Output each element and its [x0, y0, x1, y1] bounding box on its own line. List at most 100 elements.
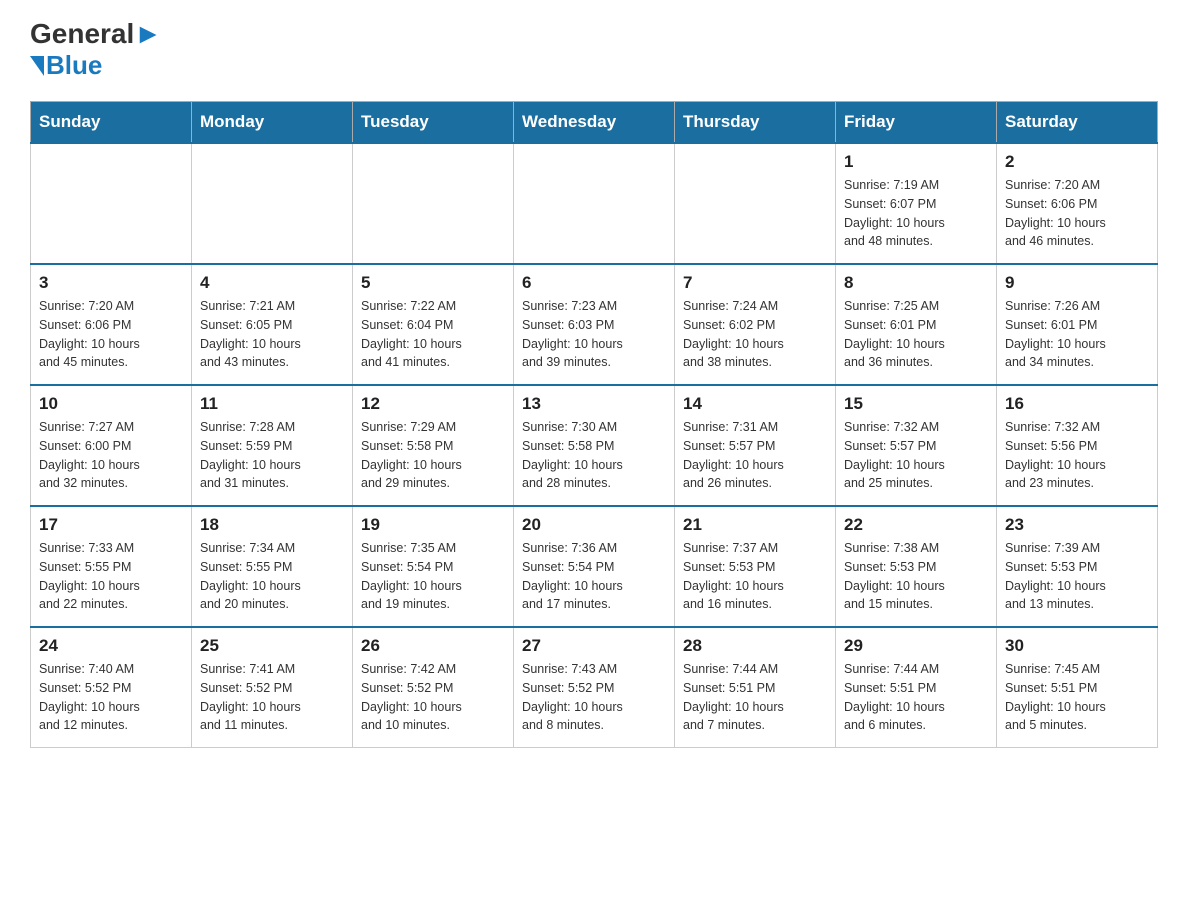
week-row-1: 1 Sunrise: 7:19 AM Sunset: 6:07 PM Daylig… — [31, 143, 1158, 264]
logo-general-text: General► — [30, 20, 162, 48]
calendar-cell: 6 Sunrise: 7:23 AM Sunset: 6:03 PM Daylig… — [514, 264, 675, 385]
calendar-cell: 10 Sunrise: 7:27 AM Sunset: 6:00 PM Dayli… — [31, 385, 192, 506]
day-number: 19 — [361, 515, 505, 535]
day-number: 21 — [683, 515, 827, 535]
day-info: Sunrise: 7:36 AM Sunset: 5:54 PM Dayligh… — [522, 539, 666, 614]
calendar-cell: 17Sunrise: 7:33 AM Sunset: 5:55 PM Dayli… — [31, 506, 192, 627]
weekday-header-friday: Friday — [836, 102, 997, 144]
day-info: Sunrise: 7:23 AM Sunset: 6:03 PM Dayligh… — [522, 297, 666, 372]
day-info: Sunrise: 7:25 AM Sunset: 6:01 PM Dayligh… — [844, 297, 988, 372]
day-number: 14 — [683, 394, 827, 414]
week-row-4: 17Sunrise: 7:33 AM Sunset: 5:55 PM Dayli… — [31, 506, 1158, 627]
calendar-cell: 30 Sunrise: 7:45 AM Sunset: 5:51 PM Dayli… — [997, 627, 1158, 748]
calendar-cell: 18 Sunrise: 7:34 AM Sunset: 5:55 PM Dayli… — [192, 506, 353, 627]
logo-triangle-icon: ► — [134, 18, 162, 49]
day-info: Sunrise: 7:31 AM Sunset: 5:57 PM Dayligh… — [683, 418, 827, 493]
day-info: Sunrise: 7:32 AM Sunset: 5:56 PM Dayligh… — [1005, 418, 1149, 493]
day-number: 13 — [522, 394, 666, 414]
weekday-header-row: SundayMondayTuesdayWednesdayThursdayFrid… — [31, 102, 1158, 144]
calendar-cell — [192, 143, 353, 264]
day-number: 26 — [361, 636, 505, 656]
day-number: 2 — [1005, 152, 1149, 172]
day-info: Sunrise: 7:27 AM Sunset: 6:00 PM Dayligh… — [39, 418, 183, 493]
week-row-5: 24Sunrise: 7:40 AM Sunset: 5:52 PM Dayli… — [31, 627, 1158, 748]
day-number: 15 — [844, 394, 988, 414]
day-number: 9 — [1005, 273, 1149, 293]
day-info: Sunrise: 7:45 AM Sunset: 5:51 PM Dayligh… — [1005, 660, 1149, 735]
calendar-cell: 23 Sunrise: 7:39 AM Sunset: 5:53 PM Dayli… — [997, 506, 1158, 627]
day-info: Sunrise: 7:19 AM Sunset: 6:07 PM Dayligh… — [844, 176, 988, 251]
weekday-header-tuesday: Tuesday — [353, 102, 514, 144]
day-info: Sunrise: 7:22 AM Sunset: 6:04 PM Dayligh… — [361, 297, 505, 372]
logo-blue-triangle — [30, 56, 44, 76]
day-info: Sunrise: 7:42 AM Sunset: 5:52 PM Dayligh… — [361, 660, 505, 735]
day-info: Sunrise: 7:30 AM Sunset: 5:58 PM Dayligh… — [522, 418, 666, 493]
calendar-cell — [31, 143, 192, 264]
day-number: 6 — [522, 273, 666, 293]
day-number: 1 — [844, 152, 988, 172]
calendar-cell: 19 Sunrise: 7:35 AM Sunset: 5:54 PM Dayli… — [353, 506, 514, 627]
calendar-cell: 2 Sunrise: 7:20 AM Sunset: 6:06 PM Daylig… — [997, 143, 1158, 264]
calendar-cell — [514, 143, 675, 264]
calendar-cell: 15 Sunrise: 7:32 AM Sunset: 5:57 PM Dayli… — [836, 385, 997, 506]
day-number: 28 — [683, 636, 827, 656]
day-number: 10 — [39, 394, 183, 414]
day-info: Sunrise: 7:44 AM Sunset: 5:51 PM Dayligh… — [844, 660, 988, 735]
day-info: Sunrise: 7:34 AM Sunset: 5:55 PM Dayligh… — [200, 539, 344, 614]
calendar-cell: 3Sunrise: 7:20 AM Sunset: 6:06 PM Daylig… — [31, 264, 192, 385]
page-header: General► Blue — [30, 20, 1158, 81]
day-info: Sunrise: 7:24 AM Sunset: 6:02 PM Dayligh… — [683, 297, 827, 372]
calendar-cell: 27 Sunrise: 7:43 AM Sunset: 5:52 PM Dayli… — [514, 627, 675, 748]
day-number: 22 — [844, 515, 988, 535]
calendar-cell: 20Sunrise: 7:36 AM Sunset: 5:54 PM Dayli… — [514, 506, 675, 627]
day-info: Sunrise: 7:20 AM Sunset: 6:06 PM Dayligh… — [1005, 176, 1149, 251]
day-info: Sunrise: 7:21 AM Sunset: 6:05 PM Dayligh… — [200, 297, 344, 372]
calendar-cell: 28 Sunrise: 7:44 AM Sunset: 5:51 PM Dayli… — [675, 627, 836, 748]
day-info: Sunrise: 7:44 AM Sunset: 5:51 PM Dayligh… — [683, 660, 827, 735]
day-number: 27 — [522, 636, 666, 656]
calendar-cell: 14 Sunrise: 7:31 AM Sunset: 5:57 PM Dayli… — [675, 385, 836, 506]
logo-blue-text: Blue — [46, 50, 102, 81]
logo: General► Blue — [30, 20, 162, 81]
calendar-cell: 29Sunrise: 7:44 AM Sunset: 5:51 PM Dayli… — [836, 627, 997, 748]
calendar-cell: 22 Sunrise: 7:38 AM Sunset: 5:53 PM Dayli… — [836, 506, 997, 627]
weekday-header-thursday: Thursday — [675, 102, 836, 144]
day-info: Sunrise: 7:37 AM Sunset: 5:53 PM Dayligh… — [683, 539, 827, 614]
day-number: 23 — [1005, 515, 1149, 535]
day-number: 5 — [361, 273, 505, 293]
weekday-header-saturday: Saturday — [997, 102, 1158, 144]
calendar-cell: 8 Sunrise: 7:25 AM Sunset: 6:01 PM Daylig… — [836, 264, 997, 385]
day-info: Sunrise: 7:39 AM Sunset: 5:53 PM Dayligh… — [1005, 539, 1149, 614]
weekday-header-sunday: Sunday — [31, 102, 192, 144]
calendar-table: SundayMondayTuesdayWednesdayThursdayFrid… — [30, 101, 1158, 748]
day-info: Sunrise: 7:38 AM Sunset: 5:53 PM Dayligh… — [844, 539, 988, 614]
day-number: 3 — [39, 273, 183, 293]
day-number: 7 — [683, 273, 827, 293]
calendar-cell: 25Sunrise: 7:41 AM Sunset: 5:52 PM Dayli… — [192, 627, 353, 748]
calendar-cell: 16 Sunrise: 7:32 AM Sunset: 5:56 PM Dayli… — [997, 385, 1158, 506]
calendar-cell: 24Sunrise: 7:40 AM Sunset: 5:52 PM Dayli… — [31, 627, 192, 748]
weekday-header-wednesday: Wednesday — [514, 102, 675, 144]
calendar-cell: 7 Sunrise: 7:24 AM Sunset: 6:02 PM Daylig… — [675, 264, 836, 385]
calendar-cell: 11Sunrise: 7:28 AM Sunset: 5:59 PM Dayli… — [192, 385, 353, 506]
day-number: 8 — [844, 273, 988, 293]
day-number: 17 — [39, 515, 183, 535]
calendar-cell: 13 Sunrise: 7:30 AM Sunset: 5:58 PM Dayli… — [514, 385, 675, 506]
day-number: 24 — [39, 636, 183, 656]
calendar-cell: 21 Sunrise: 7:37 AM Sunset: 5:53 PM Dayli… — [675, 506, 836, 627]
day-info: Sunrise: 7:28 AM Sunset: 5:59 PM Dayligh… — [200, 418, 344, 493]
day-number: 18 — [200, 515, 344, 535]
day-info: Sunrise: 7:32 AM Sunset: 5:57 PM Dayligh… — [844, 418, 988, 493]
calendar-cell — [353, 143, 514, 264]
day-info: Sunrise: 7:35 AM Sunset: 5:54 PM Dayligh… — [361, 539, 505, 614]
day-info: Sunrise: 7:29 AM Sunset: 5:58 PM Dayligh… — [361, 418, 505, 493]
calendar-cell: 9Sunrise: 7:26 AM Sunset: 6:01 PM Daylig… — [997, 264, 1158, 385]
day-number: 12 — [361, 394, 505, 414]
day-number: 16 — [1005, 394, 1149, 414]
calendar-cell: 5 Sunrise: 7:22 AM Sunset: 6:04 PM Daylig… — [353, 264, 514, 385]
day-info: Sunrise: 7:41 AM Sunset: 5:52 PM Dayligh… — [200, 660, 344, 735]
week-row-3: 10 Sunrise: 7:27 AM Sunset: 6:00 PM Dayli… — [31, 385, 1158, 506]
calendar-cell: 12 Sunrise: 7:29 AM Sunset: 5:58 PM Dayli… — [353, 385, 514, 506]
day-info: Sunrise: 7:43 AM Sunset: 5:52 PM Dayligh… — [522, 660, 666, 735]
day-number: 30 — [1005, 636, 1149, 656]
